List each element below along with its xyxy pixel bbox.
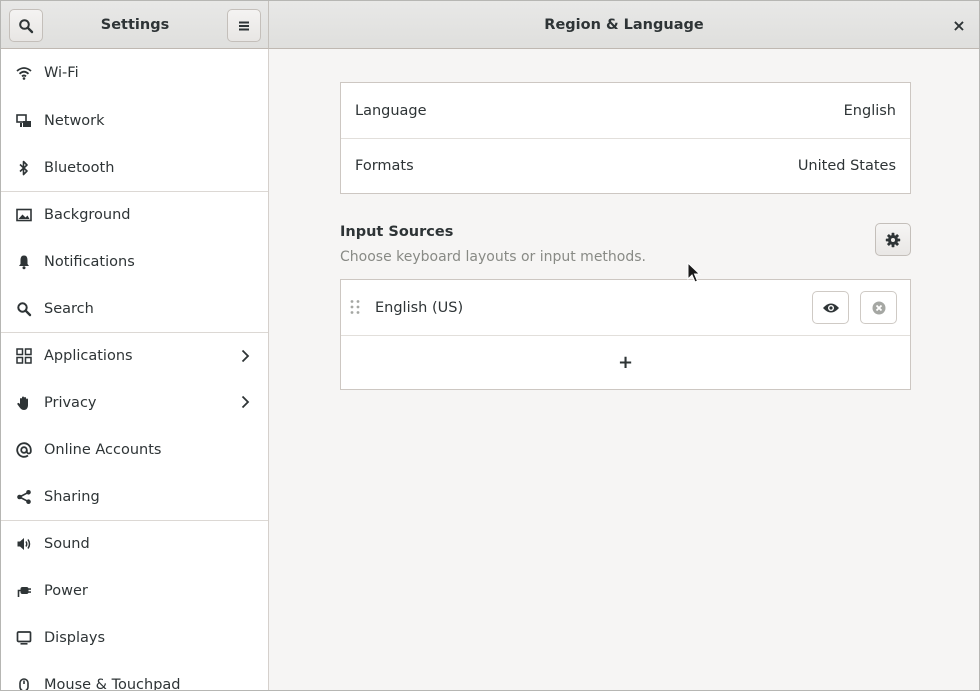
drag-handle-icon[interactable] [349, 299, 361, 315]
sidebar-item-sharing[interactable]: Sharing [1, 473, 268, 520]
sidebar-item-label: Bluetooth [44, 159, 115, 176]
sidebar-item-applications[interactable]: Applications [1, 332, 268, 379]
share-icon [15, 488, 33, 506]
hand-icon [15, 394, 33, 412]
sidebar: Wi-Fi Network Bluetooth Background Notif… [1, 49, 269, 690]
sidebar-item-label: Notifications [44, 253, 135, 270]
sidebar-item-search[interactable]: Search [1, 285, 268, 332]
menu-button[interactable] [227, 9, 261, 42]
gear-icon [885, 232, 901, 247]
wifi-icon [15, 64, 33, 82]
sidebar-item-label: Search [44, 300, 94, 317]
sidebar-item-bluetooth[interactable]: Bluetooth [1, 144, 268, 191]
sidebar-header: Settings [1, 1, 269, 49]
add-input-source-button[interactable]: + [341, 335, 910, 389]
sidebar-item-network[interactable]: Network [1, 97, 268, 144]
eye-icon [822, 303, 839, 312]
sidebar-item-label: Mouse & Touchpad [44, 676, 181, 691]
input-sources-list: English (US) + [340, 279, 911, 390]
mouse-icon [15, 676, 33, 690]
mouse-cursor-icon [687, 262, 701, 283]
region-card: Language English Formats United States [340, 82, 911, 194]
sidebar-item-label: Sharing [44, 488, 100, 505]
at-sign-icon [15, 441, 33, 459]
bell-icon [15, 253, 33, 271]
sidebar-item-label: Applications [44, 348, 133, 364]
sidebar-item-sound[interactable]: Sound [1, 520, 268, 567]
sidebar-item-wifi[interactable]: Wi-Fi [1, 49, 268, 97]
search-icon [15, 300, 33, 318]
input-source-row[interactable]: English (US) [341, 280, 910, 335]
remove-source-button[interactable] [860, 291, 897, 324]
main-header: Region & Language × [269, 1, 979, 49]
sidebar-item-background[interactable]: Background [1, 191, 268, 238]
sidebar-item-label: Background [44, 207, 131, 223]
speaker-icon [15, 535, 33, 553]
main-content: Language English Formats United States I… [270, 49, 979, 690]
remove-circle-icon [872, 301, 885, 314]
plus-icon: + [617, 352, 634, 373]
input-sources-subtitle: Choose keyboard layouts or input methods… [340, 249, 646, 265]
sidebar-item-label: Network [44, 112, 105, 129]
sidebar-item-label: Power [44, 582, 88, 599]
preview-layout-button[interactable] [812, 291, 849, 324]
plug-icon [15, 582, 33, 600]
close-button[interactable]: × [949, 15, 969, 35]
sidebar-item-mouse-touchpad[interactable]: Mouse & Touchpad [1, 661, 268, 690]
formats-value: United States [797, 158, 896, 174]
sidebar-item-online-accounts[interactable]: Online Accounts [1, 426, 268, 473]
sidebar-item-label: Displays [44, 629, 106, 646]
display-icon [15, 629, 33, 647]
background-icon [15, 206, 33, 224]
language-label: Language [355, 102, 427, 119]
close-icon: × [952, 15, 966, 35]
page-title: Region & Language [544, 17, 704, 33]
formats-label: Formats [355, 158, 414, 174]
sidebar-item-label: Online Accounts [44, 441, 162, 458]
hamburger-menu-icon [239, 21, 249, 30]
input-sources-title: Input Sources [340, 224, 454, 240]
input-source-label: English (US) [375, 299, 464, 316]
sidebar-item-label: Sound [44, 536, 90, 552]
sidebar-item-label: Wi-Fi [44, 65, 79, 81]
chevron-right-icon [241, 395, 250, 409]
sidebar-item-privacy[interactable]: Privacy [1, 379, 268, 426]
apps-grid-icon [15, 347, 33, 365]
language-value: English [843, 102, 896, 119]
language-row[interactable]: Language English [341, 83, 910, 138]
chevron-right-icon [241, 349, 250, 363]
sidebar-item-power[interactable]: Power [1, 567, 268, 614]
input-sources-options-button[interactable] [875, 223, 911, 256]
sidebar-item-label: Privacy [44, 394, 97, 411]
bluetooth-icon [15, 159, 33, 177]
network-icon [15, 112, 33, 130]
formats-row[interactable]: Formats United States [341, 138, 910, 193]
sidebar-item-displays[interactable]: Displays [1, 614, 268, 661]
settings-window: Settings Region & Language × Wi-Fi Netwo… [0, 0, 980, 691]
sidebar-item-notifications[interactable]: Notifications [1, 238, 268, 285]
